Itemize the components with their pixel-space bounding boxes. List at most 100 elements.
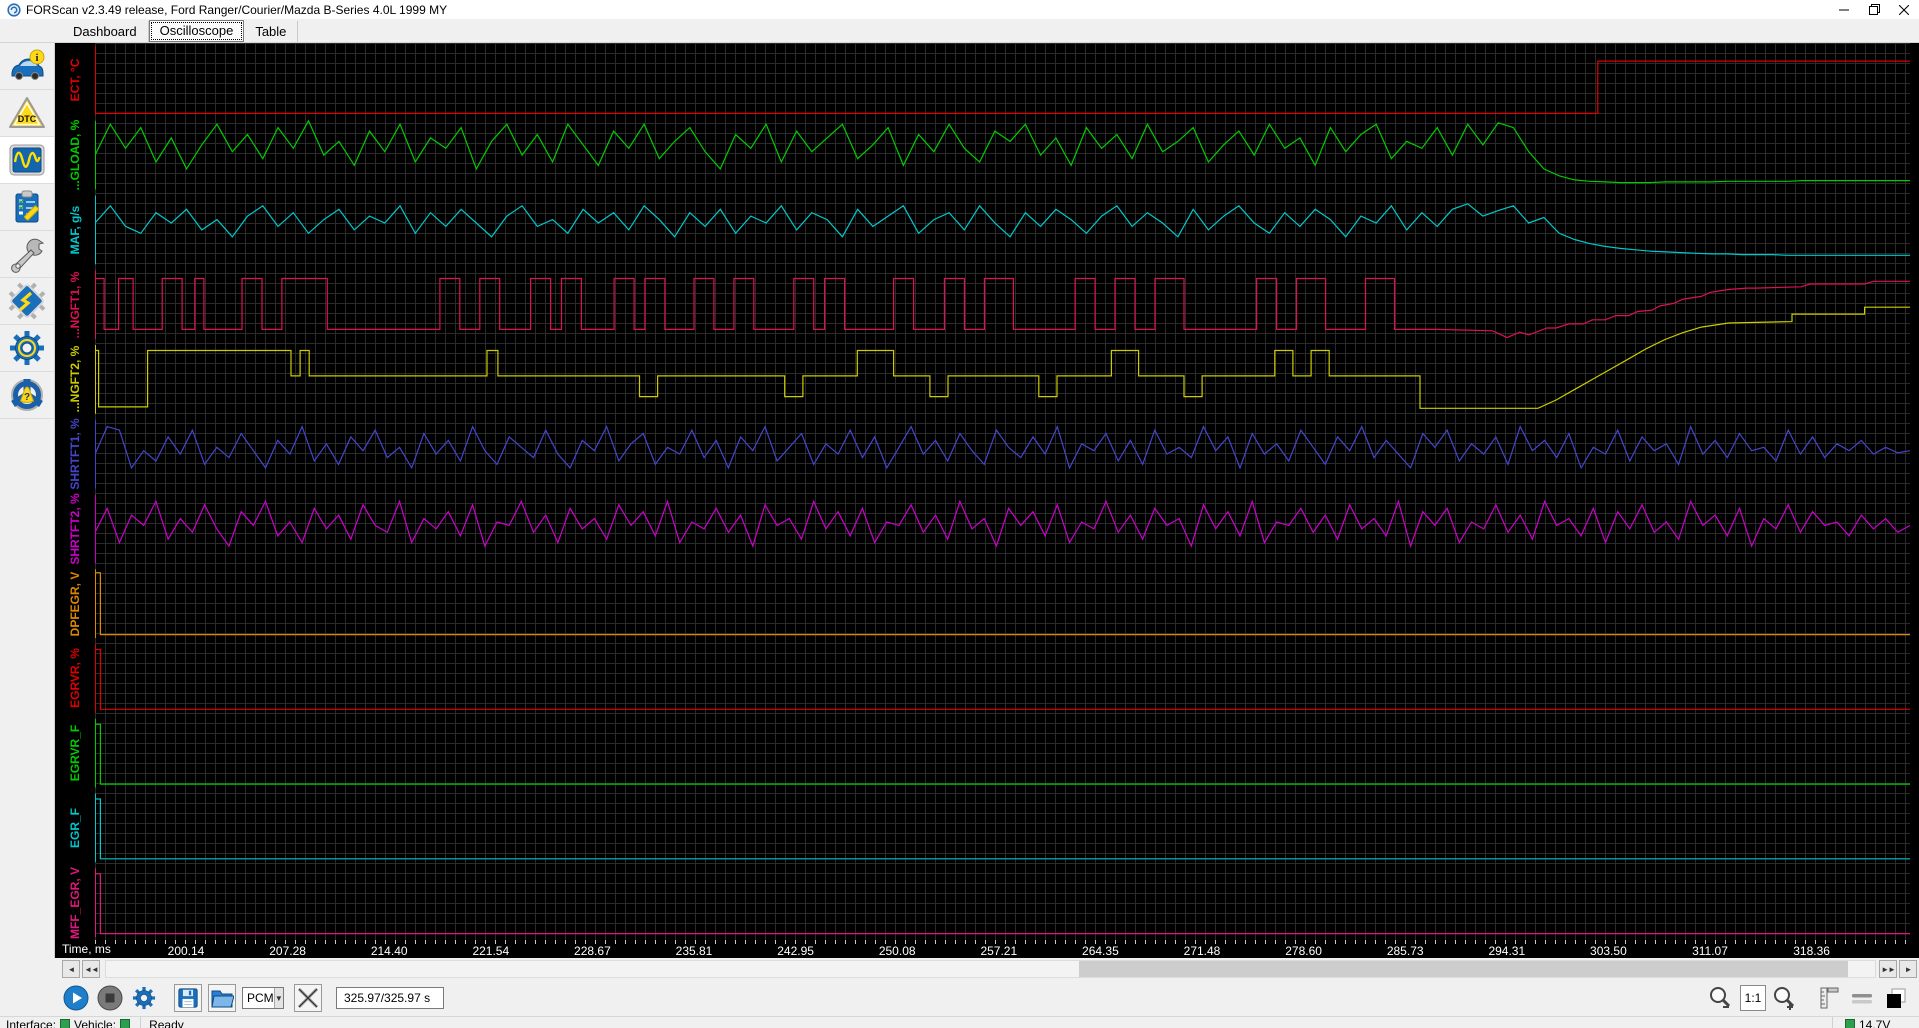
tab-oscilloscope[interactable]: Oscilloscope	[148, 20, 245, 42]
scroll-to-end-button[interactable]: ►	[1899, 960, 1917, 978]
save-button[interactable]	[174, 984, 202, 1012]
trace--gload-	[95, 119, 1910, 184]
svg-text:i: i	[35, 52, 38, 64]
channel-label: DPFEGR, V	[68, 571, 82, 636]
module-select[interactable]: PCM ▼	[242, 987, 284, 1009]
scope-plot-svg	[95, 46, 1910, 937]
trace-dpfegr-v	[95, 572, 1910, 636]
minimize-button[interactable]	[1829, 0, 1859, 19]
dtc-icon: DTC	[9, 97, 45, 128]
scrollbar-thumb[interactable]	[1078, 961, 1849, 977]
trace-mff-egr-v	[95, 873, 1910, 935]
channel-label: SHRTFT2, %	[68, 493, 82, 565]
channel-label: EGRVR_F	[68, 724, 82, 782]
vehicle-label: Vehicle:	[74, 1018, 117, 1028]
x-tick-label: 311.07	[1692, 944, 1728, 958]
chip-icon	[8, 282, 46, 320]
x-tick-label: 242.95	[777, 944, 814, 958]
ruler-button[interactable]	[1814, 984, 1842, 1012]
wrench-icon	[11, 238, 45, 273]
gear-icon	[10, 331, 44, 365]
oscilloscope-panel: ECT, °C ...GLOAD, % MAF, g/s ...NGFT1, %...…	[55, 43, 1919, 958]
tab-dashboard[interactable]: Dashboard	[62, 21, 149, 42]
trace--ngft2-	[95, 306, 1910, 409]
x-tick-label: 318.36	[1793, 944, 1830, 958]
time-position-display: 325.97/325.97 s	[336, 987, 444, 1009]
scope-settings-button[interactable]	[130, 984, 158, 1012]
x-tick-label: 285.73	[1386, 944, 1424, 958]
sidebar-item-configuration[interactable]	[0, 278, 54, 325]
sidebar-item-settings[interactable]	[0, 325, 54, 372]
window-title: FORScan v2.3.49 release, Ford Ranger/Cou…	[26, 2, 448, 17]
tab-table[interactable]: Table	[244, 21, 299, 42]
channel-label-gutter: ECT, °C ...GLOAD, % MAF, g/s ...NGFT1, %...…	[55, 43, 95, 940]
title-bar: FORScan v2.3.49 release, Ford Ranger/Cou…	[0, 0, 1919, 19]
channel-label: SHRTFT1, %	[68, 418, 82, 490]
x-tick-label: 250.08	[878, 944, 916, 958]
svg-text:DTC: DTC	[18, 114, 37, 124]
channel-label: ...NGFT2, %	[68, 346, 82, 413]
trace-egrvr-	[95, 648, 1910, 710]
svg-text:?: ?	[24, 392, 30, 403]
tests-clipboard-icon	[15, 190, 40, 223]
status-bar: Interface: Vehicle: Ready 14.7V	[0, 1016, 1919, 1028]
x-tick-label: 207.28	[269, 944, 306, 958]
app-logo-icon	[7, 2, 21, 17]
channel-label: MAF, g/s	[68, 205, 82, 255]
play-button[interactable]	[62, 984, 90, 1012]
oscilloscope-icon	[9, 144, 45, 176]
x-tick-label: 257.21	[980, 944, 1018, 958]
sidebar-item-service[interactable]	[0, 231, 54, 278]
interface-label: Interface:	[6, 1018, 57, 1028]
close-button[interactable]	[1889, 0, 1919, 19]
tab-bar: Dashboard Oscilloscope Table	[0, 19, 1919, 43]
channel-label: EGRVR, %	[68, 648, 82, 709]
scope-toolbar: PCM ▼ 325.97/325.97 s 1:1	[0, 980, 1919, 1016]
background-color-button[interactable]	[1882, 984, 1910, 1012]
restore-button[interactable]	[1859, 0, 1889, 19]
channel-label: ...GLOAD, %	[68, 119, 82, 191]
connection-status: Interface: Vehicle:	[0, 1017, 142, 1028]
car-info-icon: i	[11, 49, 45, 80]
sidebar-item-oscilloscope[interactable]	[0, 137, 54, 184]
sidebar: i DTC ?	[0, 43, 55, 958]
trace-maf-g-s	[95, 203, 1910, 256]
status-message: Ready	[141, 1017, 1833, 1028]
trace-egr-f	[95, 798, 1910, 860]
sidebar-item-vehicle-info[interactable]: i	[0, 43, 54, 90]
x-tick-label: 228.67	[574, 944, 611, 958]
channel-label: EGR_F	[68, 807, 82, 848]
scroll-page-right-button[interactable]: ►►	[1879, 960, 1897, 978]
scroll-to-start-button[interactable]: ◄	[62, 960, 80, 978]
scrollbar-track[interactable]	[105, 960, 1876, 978]
voltage-status-led	[1845, 1019, 1855, 1028]
x-tick-label: 235.81	[675, 944, 713, 958]
scope-plot[interactable]	[95, 43, 1910, 940]
module-select-value: PCM	[247, 991, 274, 1005]
zoom-in-button[interactable]	[1770, 984, 1798, 1012]
x-tick-label: 294.31	[1488, 944, 1526, 958]
battery-voltage: 14.7V	[1833, 1017, 1919, 1028]
zoom-out-button[interactable]	[1706, 984, 1734, 1012]
help-steering-wheel-icon: ?	[11, 379, 43, 411]
voltage-value: 14.7V	[1859, 1018, 1891, 1028]
open-file-button[interactable]	[208, 984, 236, 1012]
channel-label: ECT, °C	[68, 58, 82, 102]
stop-button[interactable]	[96, 984, 124, 1012]
time-axis: Time, ms 200.14 207.28 214.40 221.54 228.67 2…	[55, 940, 1919, 958]
trace-egrvr-f	[95, 723, 1910, 785]
chevron-down-icon: ▼	[273, 988, 283, 1008]
scroll-page-left-button[interactable]: ◄◄	[82, 960, 100, 978]
trace-shrtft2-	[95, 499, 1910, 549]
x-tick-label: 221.54	[472, 944, 510, 958]
channel-label: ...NGFT1, %	[68, 271, 82, 338]
sidebar-item-tests[interactable]	[0, 184, 54, 231]
line-thickness-button[interactable]	[1848, 984, 1876, 1012]
x-tick-label: 278.60	[1285, 944, 1322, 958]
sidebar-item-dtc[interactable]: DTC	[0, 90, 54, 137]
sidebar-item-help[interactable]: ?	[0, 372, 54, 419]
axis-label: Time, ms	[62, 942, 111, 956]
zoom-reset-button[interactable]: 1:1	[1740, 985, 1766, 1011]
interface-status-led	[60, 1019, 71, 1028]
markers-disabled-button[interactable]	[294, 984, 322, 1012]
